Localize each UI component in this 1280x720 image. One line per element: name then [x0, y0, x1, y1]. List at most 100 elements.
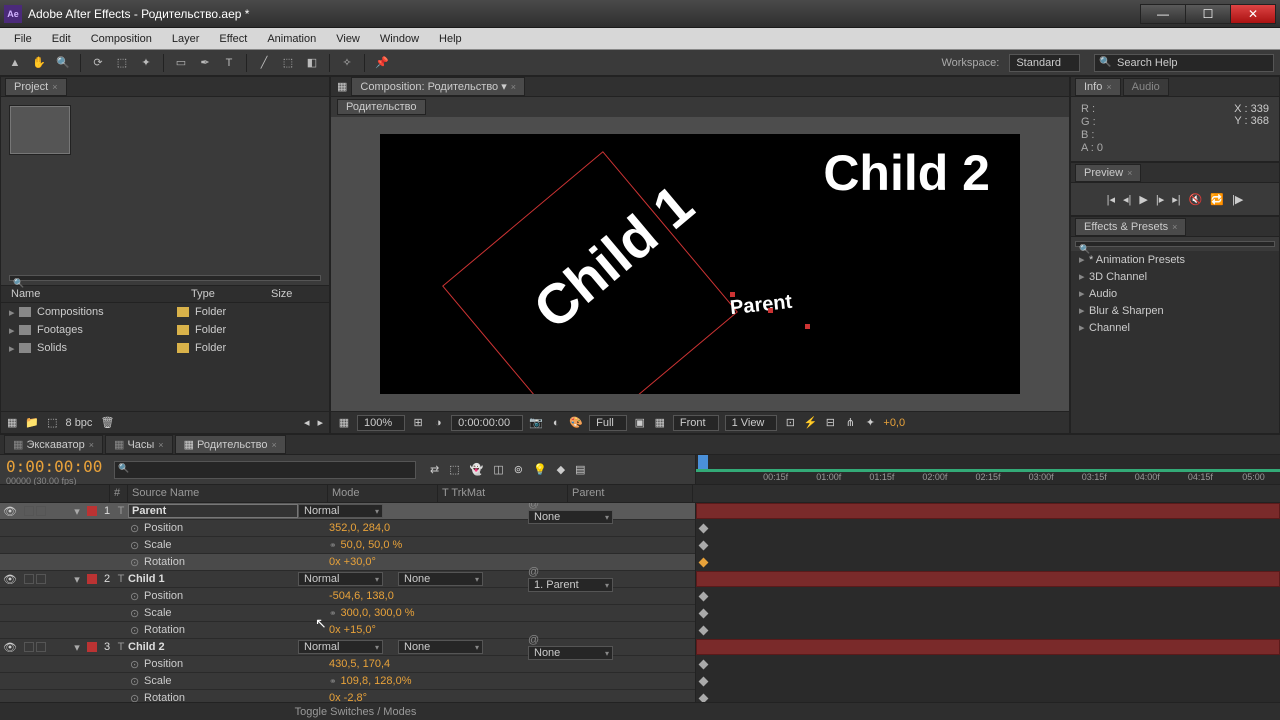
- property-value[interactable]: 109,8, 128,0%: [341, 675, 412, 687]
- transparency-icon[interactable]: ▦: [653, 416, 667, 430]
- exposure-value[interactable]: +0,0: [883, 417, 905, 429]
- first-frame-icon[interactable]: |◂: [1107, 193, 1115, 206]
- stopwatch-icon[interactable]: ⊙: [130, 624, 144, 637]
- comp-subtab[interactable]: Родительство: [337, 99, 426, 115]
- prev-frame-icon[interactable]: ◂|: [1123, 193, 1131, 206]
- pickwhip-icon[interactable]: @: [528, 566, 540, 578]
- color-icon[interactable]: 🎨: [569, 416, 583, 430]
- col-name[interactable]: Name: [11, 288, 171, 300]
- property-value[interactable]: 0x -2,8°: [329, 692, 367, 702]
- visibility-icon[interactable]: 👁: [0, 505, 20, 518]
- property-value[interactable]: 430,5, 170,4: [329, 658, 390, 670]
- graph-editor-icon[interactable]: ▤: [575, 463, 585, 476]
- keyframe-icon[interactable]: [699, 677, 709, 687]
- trkmat-select[interactable]: None: [398, 640, 483, 654]
- keyframe-icon[interactable]: [699, 558, 709, 568]
- layer-color[interactable]: [87, 506, 97, 516]
- ram-preview-icon[interactable]: |▶: [1232, 193, 1243, 206]
- timeline-tab[interactable]: ▦ Часы×: [105, 435, 173, 454]
- property-row[interactable]: ⊙Scale⚭50,0, 50,0 %: [0, 537, 695, 554]
- selection-tool-icon[interactable]: ▲: [6, 54, 24, 72]
- zoom-tool-icon[interactable]: 🔍: [54, 54, 72, 72]
- stopwatch-icon[interactable]: ⊙: [130, 590, 144, 603]
- roto-tool-icon[interactable]: ✧: [338, 54, 356, 72]
- time-display[interactable]: 0:00:00:00: [451, 415, 523, 431]
- keyframe-icon[interactable]: [699, 524, 709, 534]
- brush-tool-icon[interactable]: ╱: [255, 54, 273, 72]
- anchor-handle[interactable]: [730, 292, 735, 297]
- zoom-select[interactable]: 100%: [357, 415, 405, 431]
- info-tab[interactable]: Info×: [1075, 78, 1121, 96]
- maximize-button[interactable]: ☐: [1185, 4, 1231, 24]
- effects-search-input[interactable]: [1075, 241, 1275, 247]
- effects-item[interactable]: ▸Audio: [1071, 285, 1279, 302]
- property-value[interactable]: 0x +15,0°: [329, 624, 376, 636]
- effects-item[interactable]: ▸3D Channel: [1071, 268, 1279, 285]
- link-icon[interactable]: ⚭: [329, 608, 337, 619]
- rotate-tool-icon[interactable]: ⟳: [89, 54, 107, 72]
- menu-layer[interactable]: Layer: [162, 30, 210, 48]
- resolution-select[interactable]: Full: [589, 415, 627, 431]
- workspace-select[interactable]: Standard: [1009, 54, 1080, 72]
- property-value[interactable]: -504,6, 138,0: [329, 590, 394, 602]
- playhead-icon[interactable]: [698, 455, 708, 469]
- clone-tool-icon[interactable]: ⬚: [279, 54, 297, 72]
- mode-select[interactable]: Normal: [298, 572, 383, 586]
- close-button[interactable]: ✕: [1230, 4, 1276, 24]
- visibility-icon[interactable]: 👁: [0, 573, 20, 586]
- menu-view[interactable]: View: [326, 30, 370, 48]
- safe-zones-icon[interactable]: ⊞: [411, 416, 425, 430]
- timeline-tracks[interactable]: [695, 503, 1280, 702]
- pan-behind-tool-icon[interactable]: ✦: [137, 54, 155, 72]
- property-row[interactable]: ⊙Scale⚭300,0, 300,0 %: [0, 605, 695, 622]
- minimize-button[interactable]: —: [1140, 4, 1186, 24]
- play-icon[interactable]: ▶: [1139, 193, 1147, 206]
- col-size[interactable]: Size: [271, 288, 292, 300]
- effects-item[interactable]: ▸Channel: [1071, 319, 1279, 336]
- layer-duration-bar[interactable]: [696, 503, 1280, 519]
- grid-icon[interactable]: ▦: [337, 416, 351, 430]
- stopwatch-icon[interactable]: ⊙: [130, 675, 144, 688]
- property-value[interactable]: 0x +30,0°: [329, 556, 376, 568]
- mask-icon[interactable]: ◑: [431, 416, 445, 430]
- mute-icon[interactable]: 🔇: [1189, 193, 1203, 206]
- stopwatch-icon[interactable]: ⊙: [130, 658, 144, 671]
- shy-icon[interactable]: 👻: [470, 463, 484, 476]
- keyframe-icon[interactable]: [699, 609, 709, 619]
- draft-3d-icon[interactable]: ⬚: [449, 463, 459, 476]
- menu-animation[interactable]: Animation: [257, 30, 326, 48]
- stopwatch-icon[interactable]: ⊙: [130, 522, 144, 535]
- layer-duration-bar[interactable]: [696, 639, 1280, 655]
- timeline-icon[interactable]: ⊟: [823, 416, 837, 430]
- timeline-search-input[interactable]: [114, 461, 416, 479]
- project-item[interactable]: ▸SolidsFolder: [1, 339, 329, 357]
- property-row[interactable]: ⊙Rotation0x -2,8°: [0, 690, 695, 702]
- time-ruler[interactable]: 00:15f 01:00f 01:15f 02:00f 02:15f 03:00…: [695, 455, 1280, 484]
- property-row[interactable]: ⊙Scale⚭109,8, 128,0%: [0, 673, 695, 690]
- keyframe-icon[interactable]: [699, 626, 709, 636]
- col-type[interactable]: Type: [191, 288, 271, 300]
- project-item[interactable]: ▸FootagesFolder: [1, 321, 329, 339]
- roi-icon[interactable]: ▣: [633, 416, 647, 430]
- keyframe-icon[interactable]: [699, 592, 709, 602]
- menu-window[interactable]: Window: [370, 30, 429, 48]
- snapshot-icon[interactable]: 📷: [529, 416, 543, 430]
- menu-help[interactable]: Help: [429, 30, 472, 48]
- link-icon[interactable]: ⚭: [329, 540, 337, 551]
- bpc-label[interactable]: 8 bpc: [66, 417, 93, 429]
- timeline-tab-active[interactable]: ▦ Родительство×: [175, 435, 286, 454]
- keyframe-icon[interactable]: [699, 694, 709, 702]
- bin-icon[interactable]: ▦: [7, 416, 17, 429]
- project-list[interactable]: ▸CompositionsFolder ▸FootagesFolder ▸Sol…: [1, 303, 329, 411]
- trash-icon[interactable]: 🗑: [100, 416, 114, 429]
- project-tab[interactable]: Project×: [5, 78, 67, 96]
- next-frame-icon[interactable]: |▸: [1156, 193, 1164, 206]
- menu-file[interactable]: File: [4, 30, 42, 48]
- visibility-icon[interactable]: 👁: [0, 641, 20, 654]
- hand-tool-icon[interactable]: ✋: [30, 54, 48, 72]
- composition-canvas[interactable]: Child 2 Child 1 Parent: [380, 134, 1020, 394]
- toggle-switches-button[interactable]: Toggle Switches / Modes: [8, 706, 703, 718]
- brainstorm-icon[interactable]: 💡: [533, 463, 547, 476]
- mode-select[interactable]: Normal: [298, 504, 383, 518]
- layer-color[interactable]: [87, 642, 97, 652]
